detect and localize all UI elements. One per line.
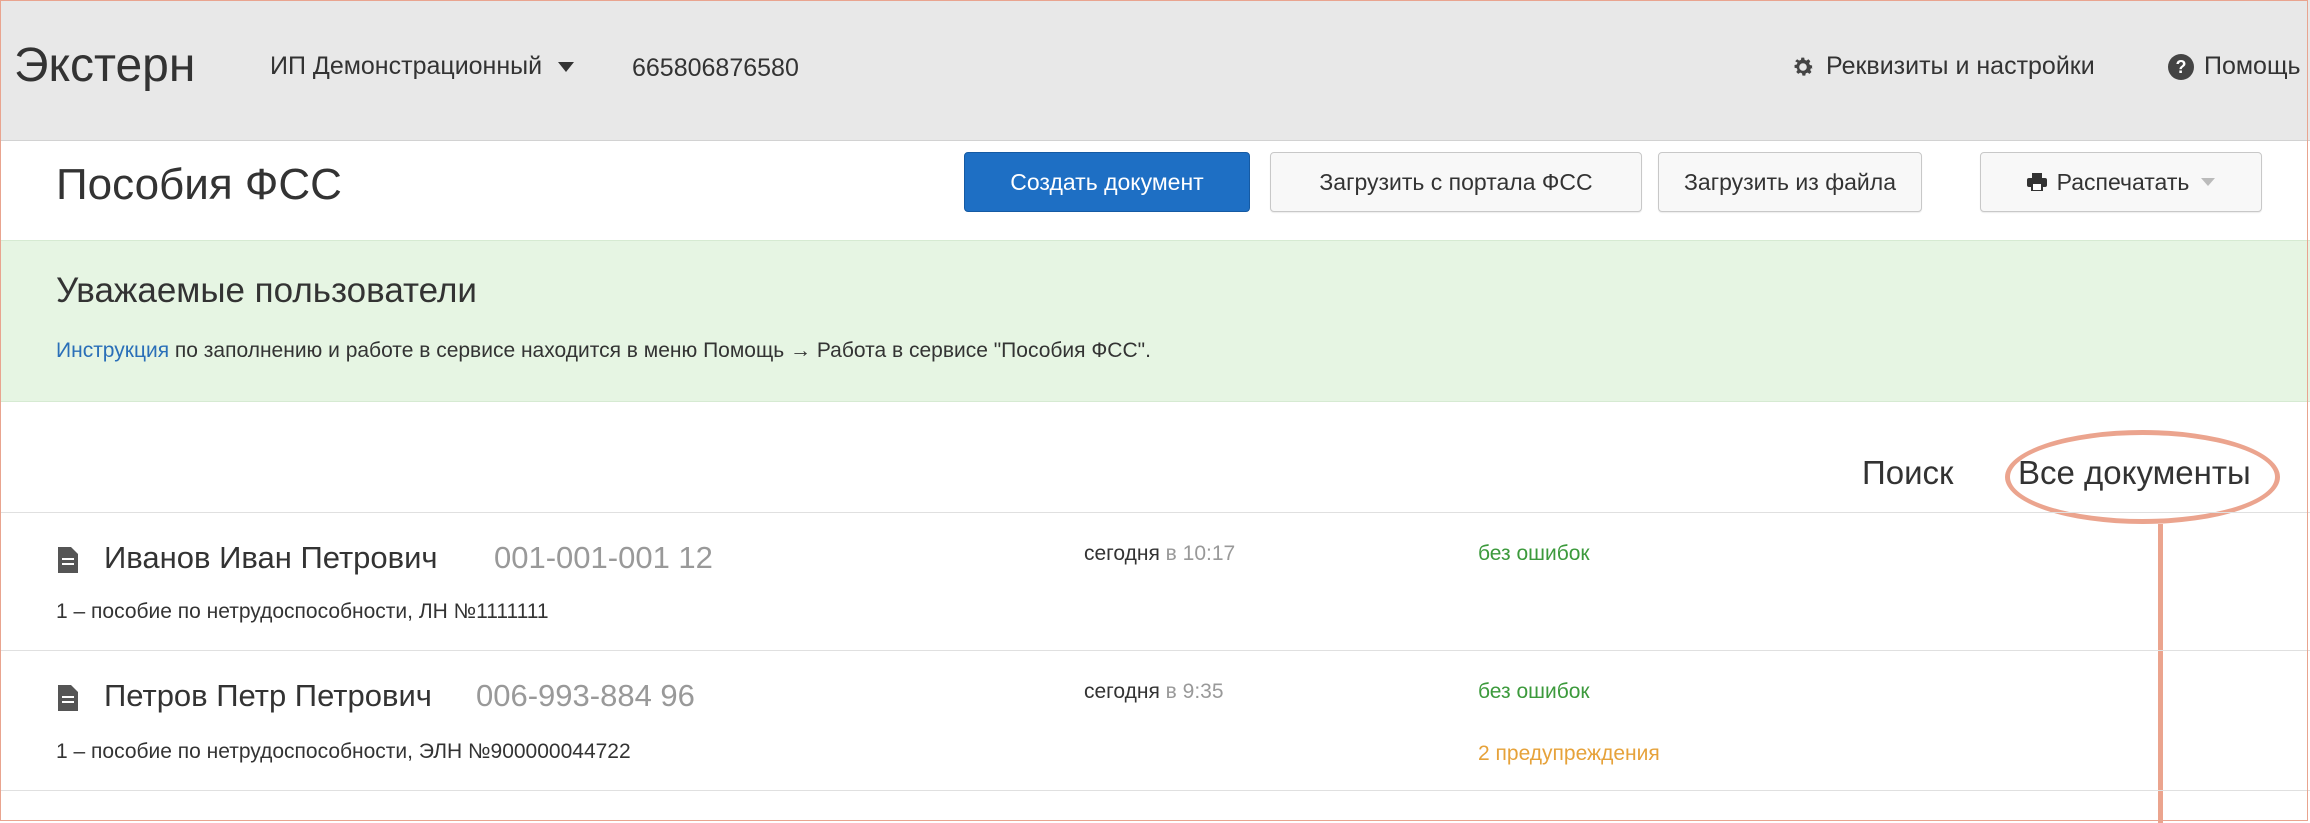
date-time: в 9:35 [1159,680,1224,703]
notice-body: по заполнению и работе в сервисе находит… [169,339,1151,362]
page-title: Пособия ФСС [56,160,342,209]
app-logo[interactable]: Экстерн [14,38,195,93]
employee-name[interactable]: Иванов Иван Петрович [104,540,438,576]
document-date: сегодня в 10:17 [1084,542,1235,566]
instruction-link[interactable]: Инструкция [56,339,169,362]
list-divider [0,512,2310,513]
top-navbar: Экстерн ИП Демонстрационный 665806876580… [0,0,2310,141]
load-from-file-button[interactable]: Загрузить из файла [1658,152,1922,212]
caret-down-icon [558,61,575,72]
org-name: ИП Демонстрационный [270,52,543,80]
employee-name[interactable]: Петров Петр Петрович [104,678,432,714]
status-warnings[interactable]: 2 предупреждения [1478,742,1660,766]
help-icon: ? [2168,53,2194,80]
caret-down-icon [2201,178,2216,186]
list-divider [0,650,2310,651]
date-time: в 10:17 [1159,542,1236,565]
employee-snils: 006-993-884 96 [476,678,695,713]
org-inn: 665806876580 [632,54,799,82]
document-subtitle: 1 – пособие по нетрудоспособности, ЛН №1… [56,600,549,623]
print-icon [2026,173,2047,191]
document-icon [58,547,78,573]
annotation-ellipse [2005,430,2280,524]
create-document-button[interactable]: Создать документ [964,152,1250,212]
org-selector[interactable]: ИП Демонстрационный [270,52,575,81]
notice-banner: Уважаемые пользователи Инструкция по зап… [0,240,2310,402]
search-filter-link[interactable]: Поиск [1862,454,1953,492]
date-day: сегодня [1084,542,1160,565]
status-ok: без ошибок [1478,542,1590,565]
notice-text: Инструкция по заполнению и работе в серв… [56,339,1151,363]
notice-title: Уважаемые пользователи [56,271,477,310]
settings-link[interactable]: Реквизиты и настройки [1790,52,2095,81]
load-from-portal-button[interactable]: Загрузить с портала ФСС [1270,152,1642,212]
print-button[interactable]: Распечатать [1980,152,2262,212]
help-label: Помощь [2204,52,2301,80]
gear-icon [1794,57,1814,76]
document-subtitle: 1 – пособие по нетрудоспособности, ЭЛН №… [56,740,631,763]
status-ok: без ошибок [1478,680,1590,703]
annotation-pointer-line [2158,524,2163,823]
date-day: сегодня [1084,680,1160,703]
document-date: сегодня в 9:35 [1084,680,1224,704]
help-link[interactable]: ? Помощь [2168,52,2301,81]
employee-snils: 001-001-001 12 [494,540,713,575]
print-label: Распечатать [2056,168,2190,195]
document-icon [58,685,78,711]
settings-label: Реквизиты и настройки [1826,52,2095,80]
list-divider [0,790,2310,791]
